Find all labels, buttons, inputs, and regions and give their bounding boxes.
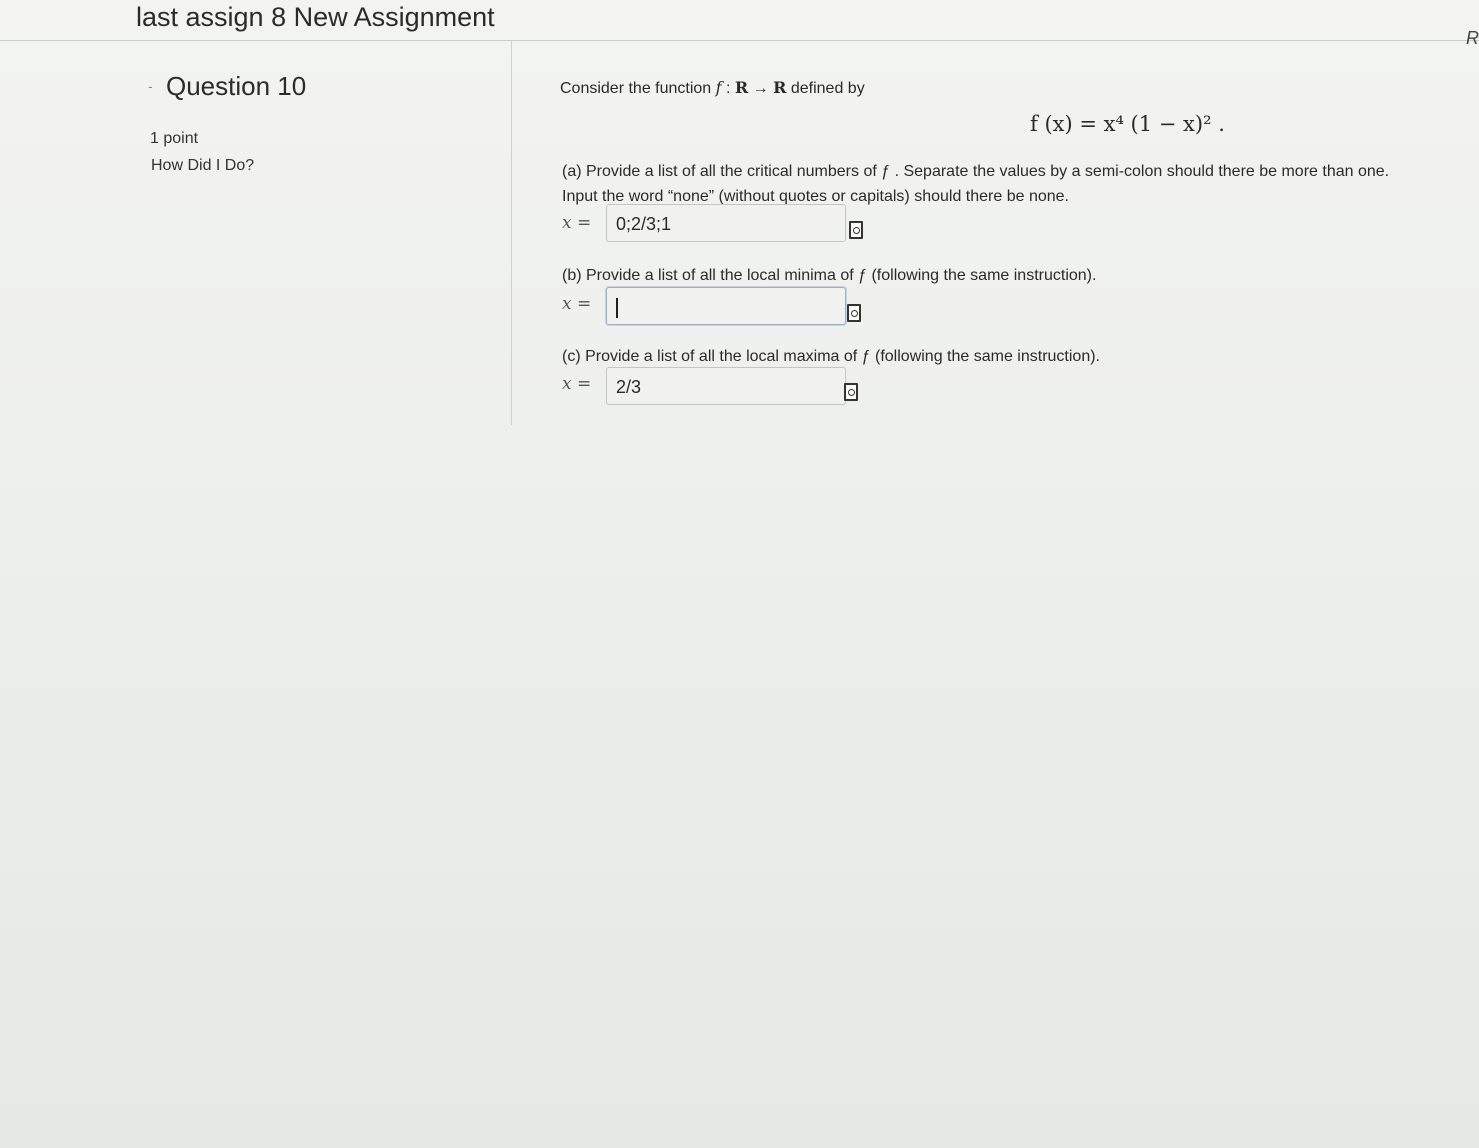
- part-c-instruction: (c) Provide a list of all the local maxi…: [562, 348, 1100, 365]
- intro-codomain: R: [773, 78, 787, 97]
- part-b-instruction: (b) Provide a list of all the local mini…: [562, 267, 1097, 284]
- intro-arrow: →: [748, 80, 774, 97]
- question-title: Question 10: [166, 71, 307, 101]
- assignment-title: last assign 8 New Assignment: [136, 2, 495, 32]
- function-formula: f (x) = x⁴ (1 − x)² .: [1030, 112, 1225, 136]
- page: last assign 8 New Assignment R - Questio…: [0, 0, 1479, 1148]
- part-c-answer-input[interactable]: 2/3: [606, 367, 846, 405]
- problem-intro: Consider the function f : R → R defined …: [560, 78, 865, 98]
- part-c-x-label: x =: [562, 374, 592, 394]
- part-a-answer-input[interactable]: 0;2/3;1: [606, 204, 846, 242]
- intro-colon: :: [721, 80, 735, 97]
- part-a-preview-icon[interactable]: [849, 221, 863, 239]
- part-b-x-label: x =: [562, 294, 592, 314]
- part-b-answer-input[interactable]: [606, 287, 846, 325]
- text-caret: [616, 298, 618, 319]
- part-b-preview-icon[interactable]: [847, 304, 861, 322]
- header-right-cut-text[interactable]: R: [1466, 28, 1479, 49]
- intro-domain: R: [734, 78, 749, 97]
- intro-text-after: defined by: [790, 80, 865, 97]
- part-a-x-label: x =: [562, 213, 592, 233]
- collapse-bullet-icon[interactable]: -: [148, 78, 153, 94]
- how-did-i-do-link[interactable]: How Did I Do?: [151, 157, 254, 175]
- part-c-preview-icon[interactable]: [844, 383, 858, 401]
- part-a-instruction-line1: (a) Provide a list of all the critical n…: [562, 163, 1390, 180]
- header-bar: last assign 8 New Assignment R: [0, 0, 1479, 48]
- intro-text-before: Consider the function: [560, 80, 712, 97]
- question-points: 1 point: [150, 130, 199, 147]
